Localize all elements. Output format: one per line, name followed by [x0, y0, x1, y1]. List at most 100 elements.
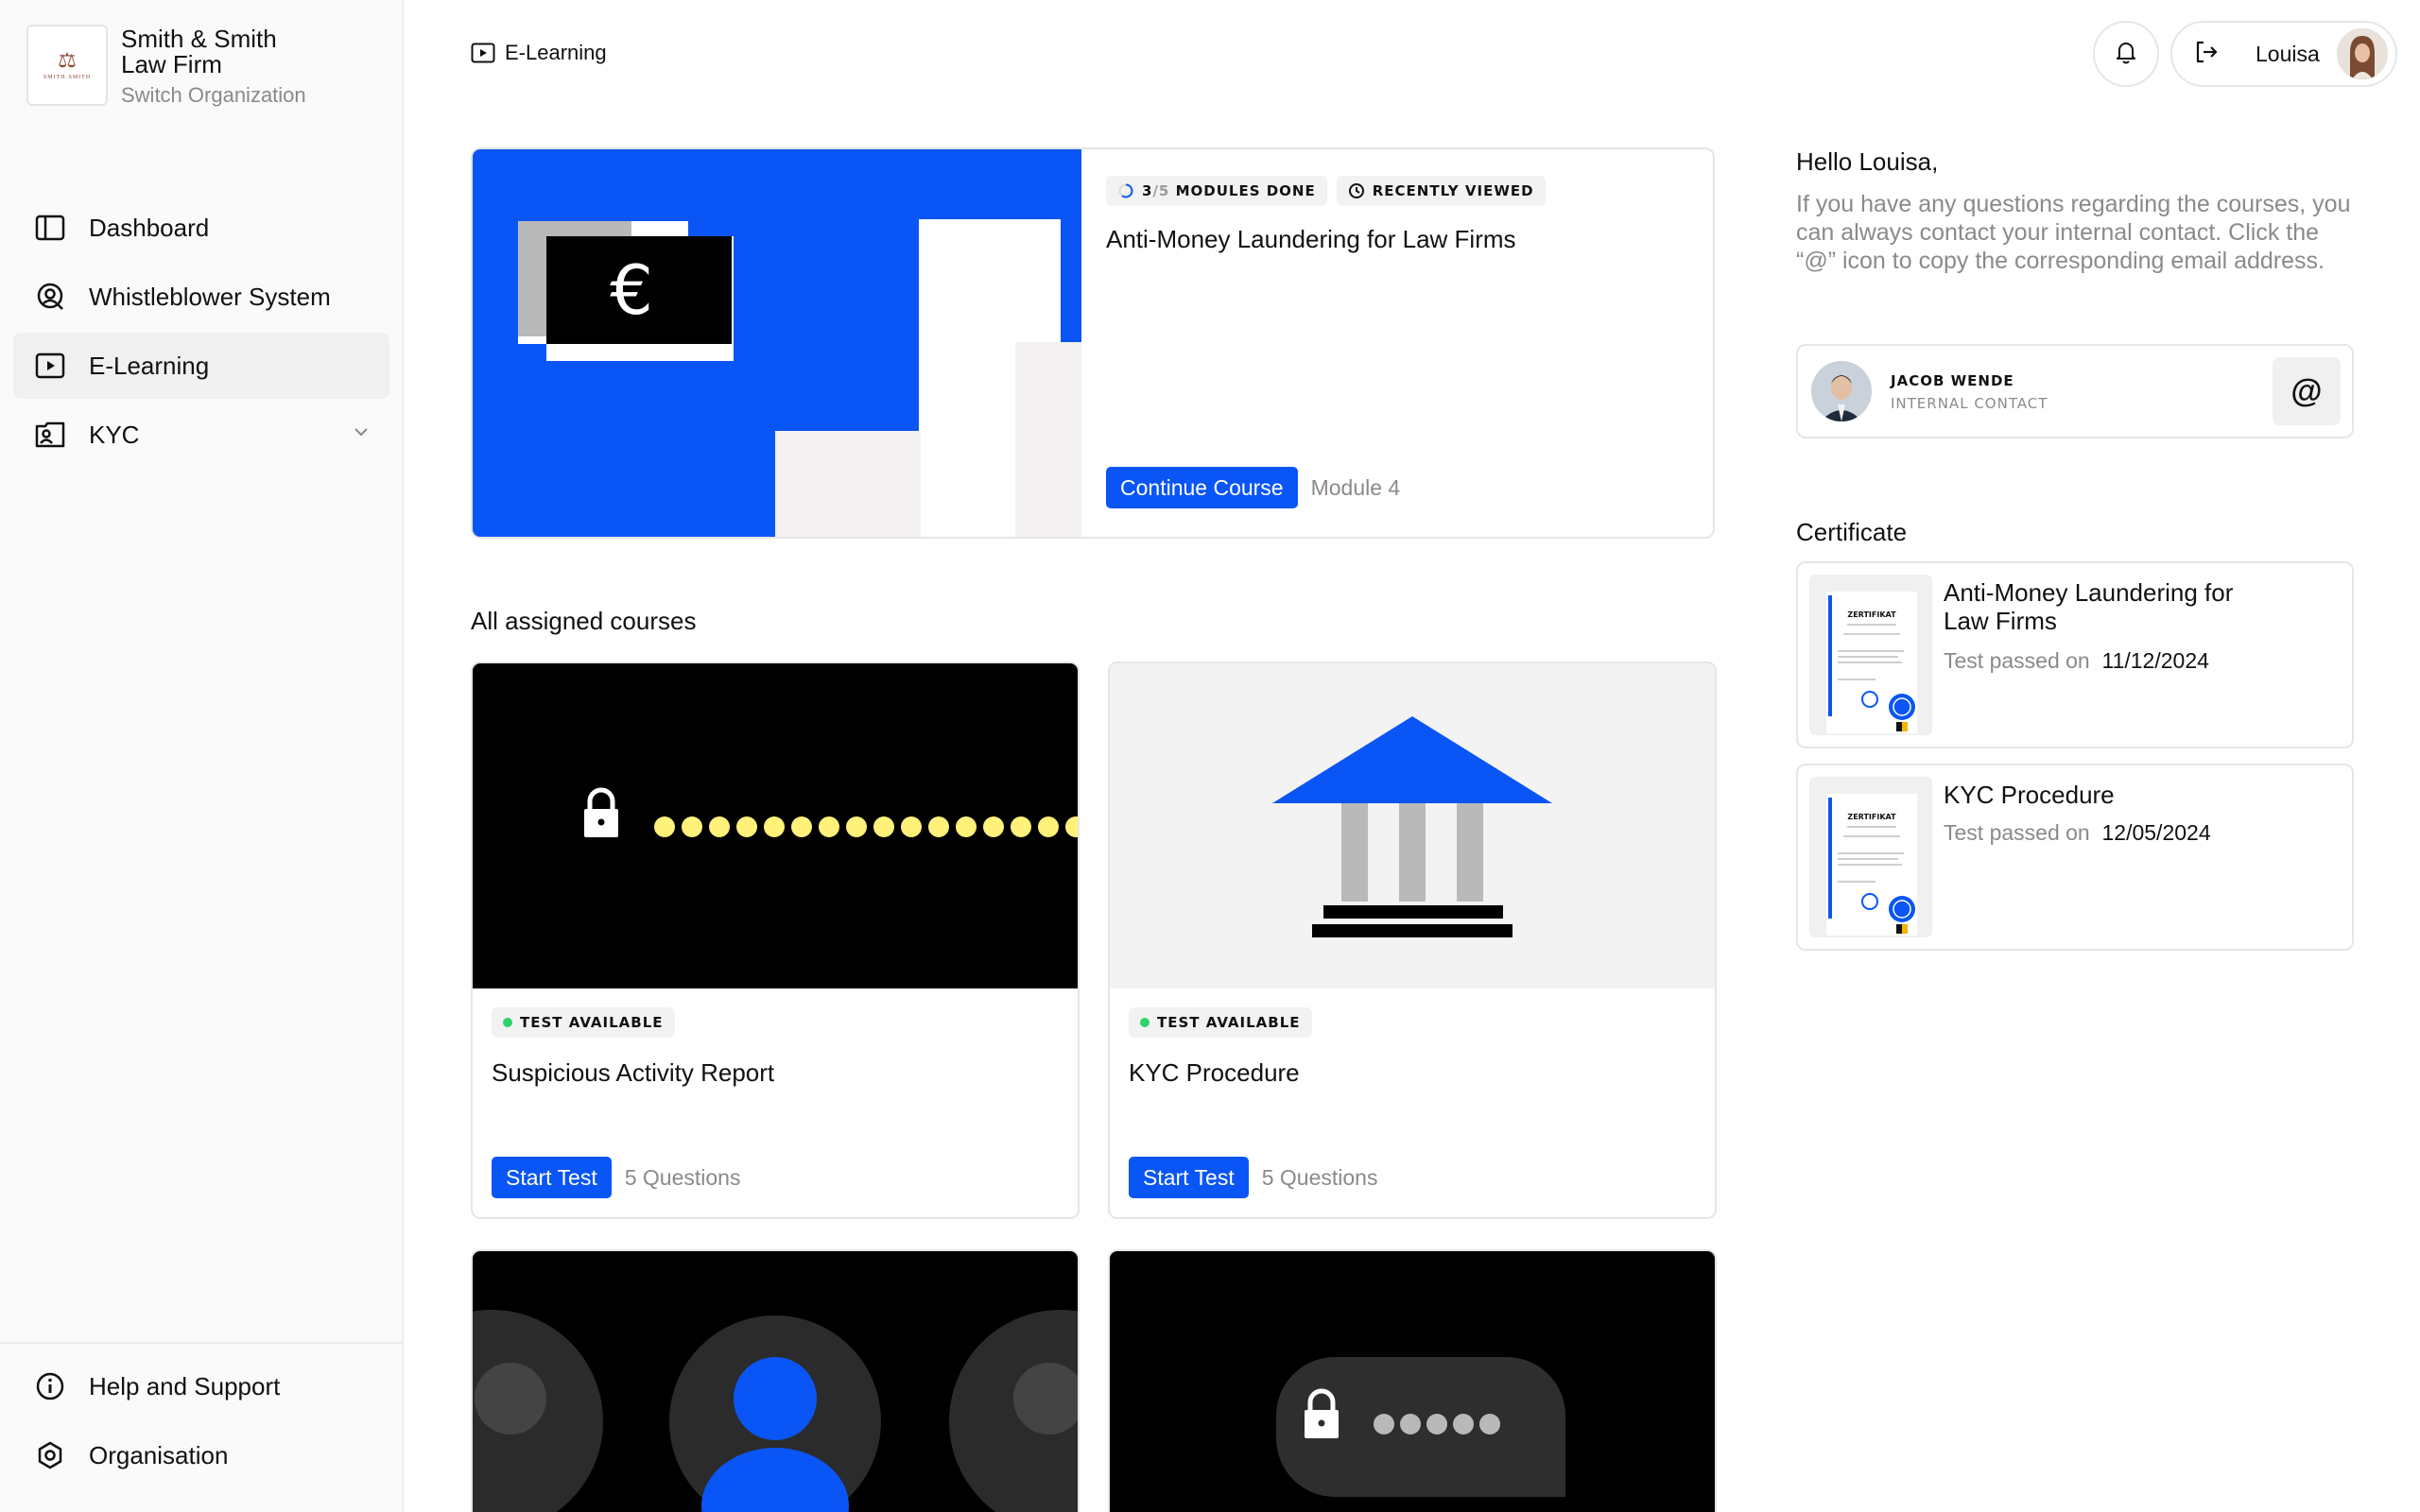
- course-illustration: [473, 1251, 1078, 1512]
- passed-date: 11/12/2024: [2101, 648, 2209, 673]
- course-illustration: [1110, 1251, 1715, 1512]
- breadcrumb: E-Learning: [471, 41, 607, 65]
- status-dot: [1140, 1018, 1150, 1027]
- logout-icon[interactable]: [2193, 39, 2220, 70]
- scales-icon: ⚖: [58, 48, 77, 72]
- start-test-button[interactable]: Start Test: [1129, 1157, 1249, 1198]
- progress-done: 3: [1142, 182, 1153, 199]
- course-card[interactable]: [471, 1249, 1080, 1512]
- contact-name: JACOB WENDE: [1891, 372, 2014, 389]
- certificate-date: Test passed on 12/05/2024: [1944, 820, 2211, 846]
- contact-role: INTERNAL CONTACT: [1891, 395, 2048, 412]
- settings-hexagon-icon: [34, 1439, 66, 1471]
- course-title: Suspicious Activity Report: [492, 1058, 775, 1087]
- certificate-thumbnail: ZERTIFIKAT: [1809, 777, 1932, 937]
- org-name: Smith & Smith Law Firm: [121, 25, 277, 78]
- people-icon: [473, 1310, 1078, 1512]
- internal-contact-card: JACOB WENDE INTERNAL CONTACT @: [1796, 344, 2354, 438]
- course-title: KYC Procedure: [1129, 1058, 1300, 1087]
- svg-text:ZERTIFIKAT: ZERTIFIKAT: [1847, 610, 1896, 619]
- course-card[interactable]: TEST AVAILABLE KYC Procedure Start Test …: [1108, 662, 1717, 1219]
- main-nav: Dashboard Whistleblower System E-Learnin…: [13, 195, 389, 471]
- nav-item-kyc[interactable]: KYC: [13, 402, 389, 468]
- continue-course-button[interactable]: Continue Course: [1106, 467, 1298, 508]
- nav-label: Help and Support: [89, 1371, 281, 1400]
- nav-item-organisation[interactable]: Organisation: [13, 1422, 389, 1488]
- sidebar-footer: Help and Support Organisation: [0, 1342, 402, 1491]
- certificate-heading: Certificate: [1796, 518, 1908, 546]
- certificate-card[interactable]: ZERTIFIKAT Anti-Money Laundering for Law…: [1796, 561, 2354, 748]
- greeting-title: Hello Louisa,: [1796, 147, 1939, 176]
- recently-viewed-badge: RECENTLY VIEWED: [1336, 176, 1546, 206]
- current-module: Module 4: [1310, 474, 1401, 500]
- status-badge: TEST AVAILABLE: [492, 1007, 675, 1038]
- nav-item-dashboard[interactable]: Dashboard: [13, 195, 389, 261]
- status-dot: [503, 1018, 512, 1027]
- course-illustration: [1110, 663, 1715, 988]
- progress-ring-icon: [1117, 182, 1134, 199]
- course-title: Anti-Money Laundering for Law Firms: [1106, 225, 1516, 253]
- assigned-courses-heading: All assigned courses: [471, 607, 697, 635]
- notifications-button[interactable]: [2093, 21, 2159, 87]
- status-badge-label: TEST AVAILABLE: [520, 1014, 664, 1031]
- svg-text:ZERTIFIKAT: ZERTIFIKAT: [1847, 813, 1896, 821]
- nav-label: KYC: [89, 420, 140, 449]
- password-bubble-icon: [1276, 1357, 1565, 1497]
- status-badge-label: TEST AVAILABLE: [1157, 1014, 1301, 1031]
- progress-total: /5: [1152, 182, 1170, 199]
- certificate-card[interactable]: ZERTIFIKAT KYC Procedure Test passed on …: [1796, 764, 2354, 951]
- org-logo-text: SMITH·SMITH: [43, 75, 92, 80]
- course-illustration: [473, 663, 1078, 988]
- certificate-name: Anti-Money Laundering for Law Firms: [1944, 578, 2234, 635]
- nav-label: Dashboard: [89, 213, 210, 242]
- passed-label: Test passed on: [1944, 648, 2090, 673]
- nav-item-e-learning[interactable]: E-Learning: [13, 333, 389, 399]
- current-course-card[interactable]: € 3/5 MODULES DONE RECENTLY VIEWED Anti-…: [471, 147, 1715, 539]
- passed-label: Test passed on: [1944, 820, 2090, 845]
- play-square-icon: [34, 350, 66, 382]
- user-menu[interactable]: Louisa: [2170, 21, 2397, 87]
- chevron-down-icon[interactable]: [352, 422, 371, 446]
- avatar: [2337, 28, 2388, 79]
- sidebar-layout-icon: [34, 212, 66, 244]
- euro-symbol: €: [610, 250, 653, 330]
- bank-icon: [1272, 716, 1552, 937]
- switch-organization-link[interactable]: Switch Organization: [121, 83, 310, 108]
- clock-icon: [1348, 182, 1365, 199]
- nav-item-help[interactable]: Help and Support: [13, 1353, 389, 1419]
- password-dots: [654, 816, 1078, 837]
- greeting-text: If you have any questions regarding the …: [1796, 191, 2351, 274]
- lock-icon: [584, 787, 618, 837]
- course-card[interactable]: [1108, 1249, 1717, 1512]
- passed-date: 12/05/2024: [2101, 820, 2211, 845]
- copy-email-button[interactable]: @: [2273, 357, 2341, 425]
- status-badge: TEST AVAILABLE: [1129, 1007, 1312, 1038]
- nav-label: Organisation: [89, 1440, 229, 1469]
- certificate-thumbnail: ZERTIFIKAT: [1809, 575, 1932, 735]
- question-count: 5 Questions: [1261, 1164, 1378, 1190]
- breadcrumb-label: E-Learning: [505, 41, 607, 64]
- whistleblower-icon: [34, 281, 66, 313]
- bell-icon: [2114, 39, 2138, 70]
- nav-item-whistleblower[interactable]: Whistleblower System: [13, 264, 389, 330]
- certificate-name: KYC Procedure: [1944, 781, 2115, 809]
- course-card[interactable]: TEST AVAILABLE Suspicious Activity Repor…: [471, 662, 1080, 1219]
- info-icon: [34, 1370, 66, 1402]
- play-square-icon: [471, 43, 495, 63]
- id-card-icon: [34, 419, 66, 451]
- progress-label: MODULES DONE: [1175, 182, 1316, 199]
- course-illustration: €: [473, 149, 1081, 537]
- recently-viewed-label: RECENTLY VIEWED: [1372, 182, 1534, 199]
- question-count: 5 Questions: [624, 1164, 741, 1190]
- certificate-date: Test passed on 11/12/2024: [1944, 648, 2209, 674]
- nav-label: E-Learning: [89, 351, 210, 380]
- greeting-panel: Hello Louisa, If you have any questions …: [1796, 147, 2354, 275]
- org-logo: ⚖ SMITH·SMITH: [26, 25, 108, 106]
- sidebar: ⚖ SMITH·SMITH Smith & Smith Law Firm Swi…: [0, 0, 404, 1512]
- progress-badge: 3/5 MODULES DONE: [1106, 176, 1327, 206]
- organization-switcher[interactable]: ⚖ SMITH·SMITH Smith & Smith Law Firm Swi…: [26, 25, 310, 108]
- nav-label: Whistleblower System: [89, 282, 331, 311]
- start-test-button[interactable]: Start Test: [492, 1157, 612, 1198]
- avatar: [1811, 361, 1872, 421]
- user-name: Louisa: [2256, 41, 2320, 66]
